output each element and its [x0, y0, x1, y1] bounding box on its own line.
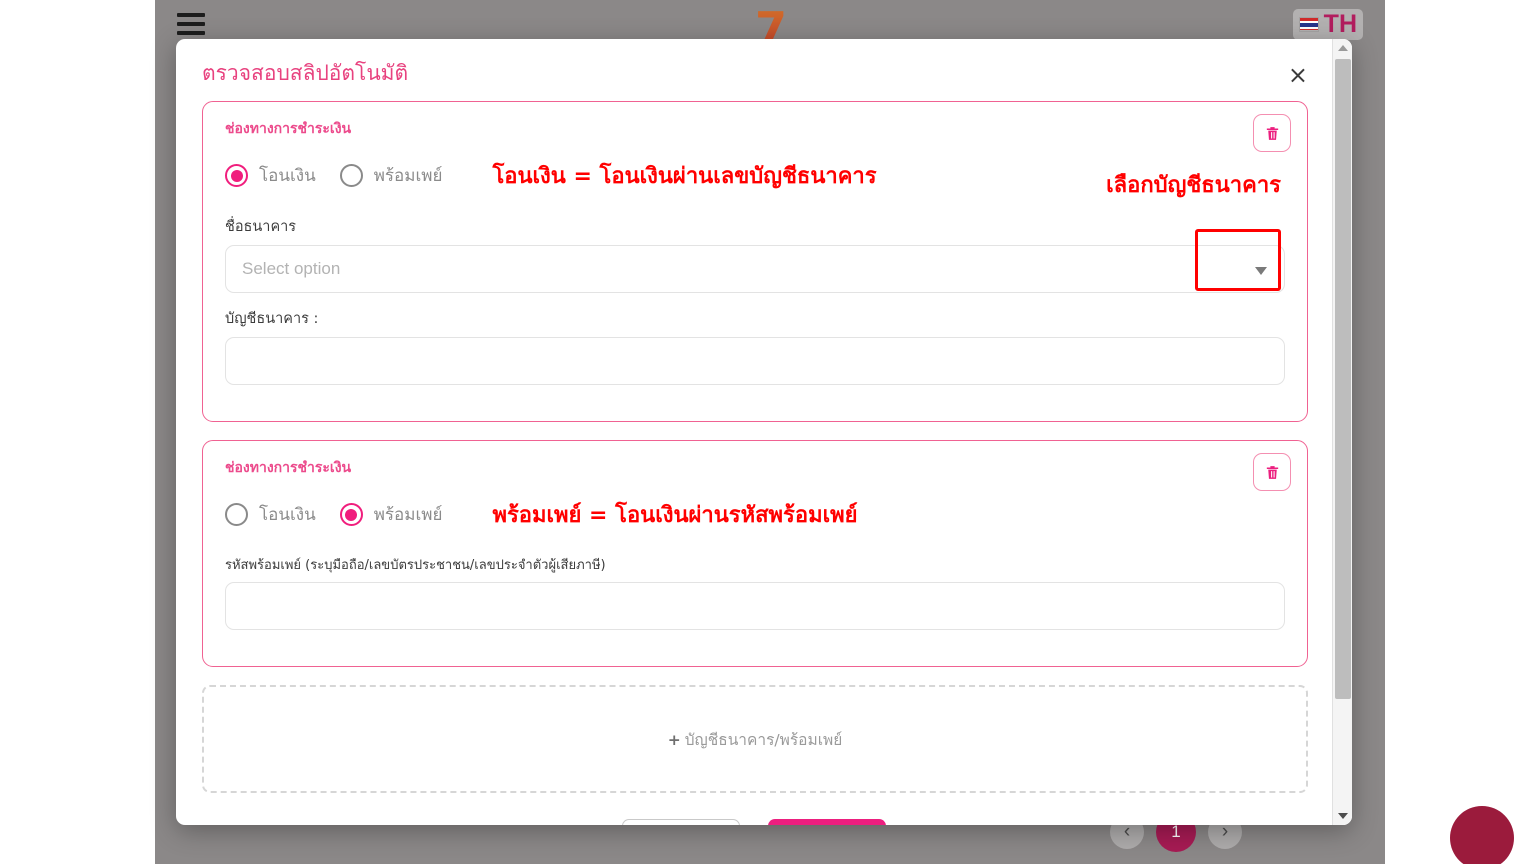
cancel-button[interactable]: ยกเลิก: [622, 819, 740, 825]
radio-transfer-2-dot: [225, 503, 248, 526]
scrollbar-thumb[interactable]: [1335, 59, 1351, 699]
radio-transfer-1-label: โอนเงิน: [259, 166, 316, 186]
modal-title: ตรวจสอบสลิปอัตโนมัติ: [202, 61, 409, 85]
delete-payment-method-2-button[interactable]: [1253, 453, 1291, 491]
close-icon[interactable]: ×: [1282, 61, 1314, 89]
radio-promptpay-2-dot: [339, 503, 363, 526]
page-root: 7 TH ‹ 1 › ตรวจสอบสลิปอัตโนมัติ × ช่องทา…: [0, 0, 1536, 864]
trash-icon: [1266, 465, 1278, 479]
radio-transfer-2-label: โอนเงิน: [259, 505, 316, 525]
annotation-select-bank-account: เลือกบัญชีธนาคาร: [1106, 173, 1281, 198]
scroll-down-arrow-icon[interactable]: [1333, 807, 1352, 825]
radio-promptpay-1-dot: [339, 164, 363, 187]
promptpay-code-input[interactable]: [225, 582, 1285, 630]
thai-flag-icon: [1298, 16, 1319, 32]
payment-method-card-1-title: ช่องทางการชำระเงิน: [225, 121, 352, 137]
floating-action-button[interactable]: [1450, 806, 1514, 864]
radio-promptpay-1[interactable]: พร้อมเพย์: [339, 162, 443, 189]
modal-scrollbar[interactable]: [1332, 39, 1352, 825]
bank-name-field: ชื่อธนาคาร เลือกบัญชีธนาคาร: [225, 173, 1285, 293]
payment-method-card-2-title: ช่องทางการชำระเงิน: [225, 460, 352, 476]
radio-transfer-1-dot: [225, 164, 248, 187]
trash-icon: [1266, 126, 1278, 140]
add-bank-account-label: + บัญชีธนาคาร/พร้อมเพย์: [668, 727, 843, 752]
hamburger-menu-icon[interactable]: [177, 13, 205, 35]
add-bank-account-button[interactable]: + บัญชีธนาคาร/พร้อมเพย์: [202, 685, 1308, 793]
bank-account-field: บัญชีธนาคาร :: [225, 307, 1285, 385]
payment-method-2-radio-group: โอนเงิน พร้อมเพย์ พร้อมเพย์ = โอนเงินผ่า…: [225, 497, 1285, 532]
annotation-transfer-explanation: โอนเงิน = โอนเงินผ่านเลขบัญชีธนาคาร: [492, 164, 877, 189]
add-bank-account-text: บัญชีธนาคาร/พร้อมเพย์: [684, 730, 843, 749]
plus-icon: +: [667, 730, 681, 749]
promptpay-code-label: รหัสพร้อมเพย์ (ระบุมือถือ/เลขบัตรประชาชน…: [225, 558, 606, 573]
annotation-promptpay-explanation: พร้อมเพย์ = โอนเงินผ่านรหัสพร้อมเพย์: [492, 503, 858, 528]
modal-body: ตรวจสอบสลิปอัตโนมัติ × ช่องทางการชำระเงิ…: [176, 39, 1332, 825]
payment-method-card-2: ช่องทางการชำระเงิน โอนเงิน พร้อมเพย์ พร้…: [202, 440, 1308, 667]
radio-promptpay-2[interactable]: พร้อมเพย์: [339, 501, 443, 528]
radio-transfer-2[interactable]: โอนเงิน: [225, 501, 316, 528]
radio-promptpay-1-label: พร้อมเพย์: [373, 166, 443, 186]
language-switcher[interactable]: TH: [1292, 8, 1363, 40]
delete-payment-method-1-button[interactable]: [1253, 114, 1291, 152]
language-label: TH: [1323, 9, 1357, 38]
payment-method-card-1: ช่องทางการชำระเงิน โอนเงิน พร้อมเพย์ โอน…: [202, 101, 1308, 422]
radio-transfer-1[interactable]: โอนเงิน: [225, 162, 316, 189]
promptpay-code-field: รหัสพร้อมเพย์ (ระบุมือถือ/เลขบัตรประชาชน…: [225, 554, 1285, 630]
confirm-button[interactable]: บันทึก: [768, 819, 886, 825]
modal-header: ตรวจสอบสลิปอัตโนมัติ ×: [190, 39, 1320, 101]
bank-name-label: ชื่อธนาคาร: [225, 219, 297, 235]
radio-promptpay-2-label: พร้อมเพย์: [373, 505, 443, 525]
scroll-up-arrow-icon[interactable]: [1333, 39, 1352, 57]
bank-account-input[interactable]: [225, 337, 1285, 385]
bank-account-label: บัญชีธนาคาร :: [225, 311, 319, 327]
bank-name-select[interactable]: [225, 245, 1285, 293]
modal-footer: ยกเลิก บันทึก: [176, 819, 1332, 825]
slip-verification-modal: ตรวจสอบสลิปอัตโนมัติ × ช่องทางการชำระเงิ…: [176, 39, 1352, 825]
